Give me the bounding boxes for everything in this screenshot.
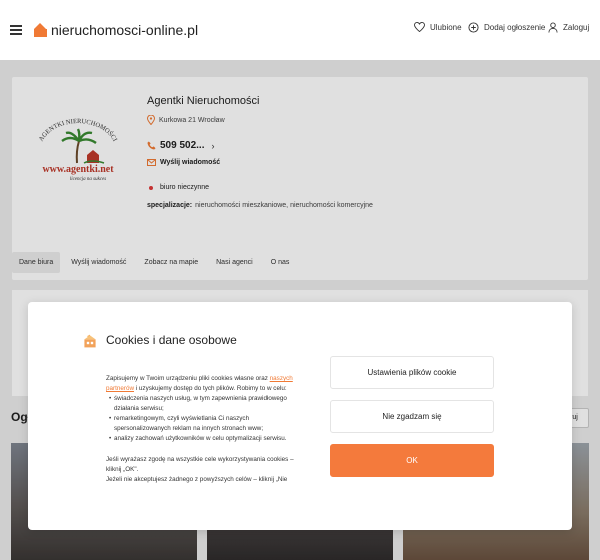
cookie-purpose-item: remarketingowym, czyli wyświetlania Ci n…	[109, 414, 300, 434]
cookie-description: Zapisujemy w Twoim urządzeniu pliki cook…	[106, 374, 300, 485]
site-logo[interactable]: nieruchomosci-online.pl	[34, 22, 198, 38]
site-name: nieruchomosci-online.pl	[51, 22, 199, 38]
login-link[interactable]: Zaloguj	[548, 22, 589, 33]
cookie-p1-start: Zapisujemy w Twoim urządzeniu pliki cook…	[106, 375, 270, 382]
cookie-purpose-item: analizy zachowań użytkowników w celu opt…	[109, 434, 300, 444]
site-header: nieruchomosci-online.pl Ulubione Dodaj o…	[0, 0, 600, 60]
menu-icon[interactable]	[10, 25, 22, 35]
heart-icon	[414, 22, 425, 32]
user-icon	[548, 22, 558, 33]
cookie-title: Cookies i dane osobowe	[106, 333, 237, 347]
cookie-consent-modal: Cookies i dane osobowe Zapisujemy w Twoi…	[28, 302, 572, 530]
favorites-label: Ulubione	[430, 22, 462, 32]
add-listing-link[interactable]: Dodaj ogłoszenie	[468, 22, 545, 33]
decline-button[interactable]: Nie zgadzam się	[330, 400, 494, 433]
cookie-decline-text: Jeżeli nie akceptujesz żadnego z powyższ…	[106, 476, 288, 483]
add-listing-label: Dodaj ogłoszenie	[484, 23, 546, 32]
house-icon	[34, 22, 47, 37]
favorites-link[interactable]: Ulubione	[414, 22, 462, 32]
login-label: Zaloguj	[563, 23, 590, 32]
cookie-p1-end: i uzyskujemy dostęp do tych plików. Robi…	[134, 385, 287, 392]
ok-button[interactable]: OK	[330, 444, 494, 477]
cookie-settings-button[interactable]: Ustawienia plików cookie	[330, 356, 494, 389]
cookie-accept-text: Jeśli wyrażasz zgodę na wszystkie cele w…	[106, 456, 294, 473]
cookie-purpose-item: świadczenia naszych usług, w tym zapewni…	[109, 394, 300, 414]
plus-circle-icon	[468, 22, 479, 33]
cookie-icon	[84, 334, 96, 348]
